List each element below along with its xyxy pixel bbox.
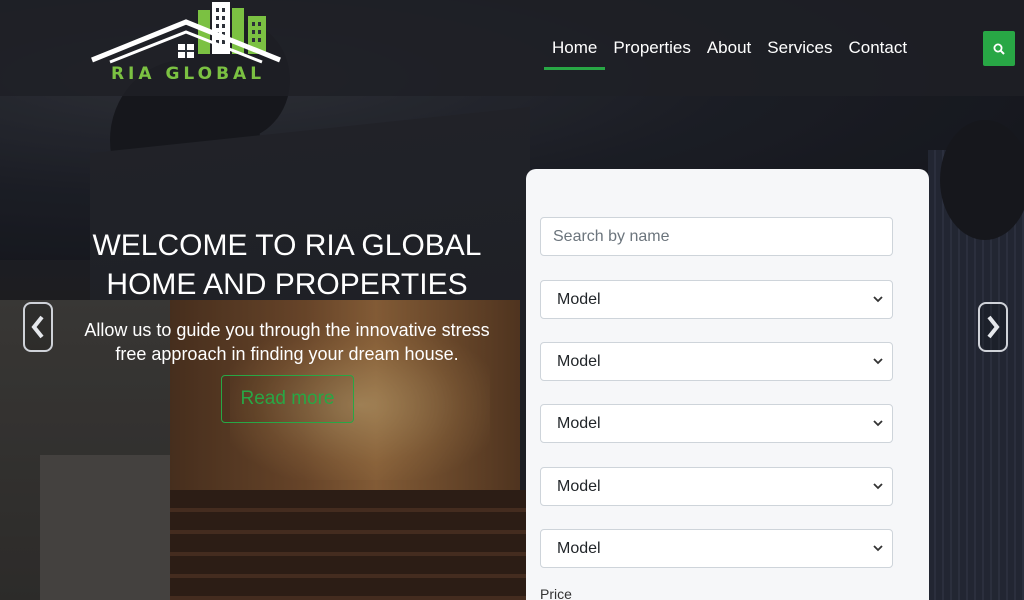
hero-title-line-2: HOME AND PROPERTIES (106, 268, 468, 301)
site-logo[interactable]: RIA GLOBAL (88, 0, 284, 90)
model-select-value: Model (557, 539, 601, 557)
chevron-down-icon (873, 420, 883, 427)
model-select-5[interactable]: Model (540, 529, 893, 568)
nav-item-contact[interactable]: Contact (840, 36, 915, 70)
model-select-value: Model (557, 352, 601, 370)
logo-buildings-icon (91, 2, 281, 64)
chevron-left-icon (31, 315, 44, 339)
hero-title-line-1: WELCOME TO RIA GLOBAL (92, 229, 482, 262)
hero-caption: WELCOME TO RIA GLOBAL HOME AND PROPERTIE… (50, 226, 524, 366)
property-search-panel: Model Model Model Model Model Price (526, 169, 929, 600)
hero-subtitle-line-2: free approach in finding your dream hous… (115, 344, 459, 364)
search-icon (993, 43, 1005, 55)
model-select-value: Model (557, 477, 601, 495)
chevron-down-icon (873, 483, 883, 490)
hero-subtitle: Allow us to guide you through the innova… (50, 318, 524, 366)
hero-title: WELCOME TO RIA GLOBAL HOME AND PROPERTIE… (50, 226, 524, 304)
chevron-down-icon (873, 358, 883, 365)
price-label: Price (540, 586, 572, 600)
nav-item-home[interactable]: Home (544, 36, 606, 70)
logo-text: RIA GLOBAL (110, 64, 266, 84)
header-search-button[interactable] (983, 31, 1015, 66)
chevron-down-icon (873, 296, 883, 303)
model-select-4[interactable]: Model (540, 467, 893, 506)
read-more-button[interactable]: Read more (221, 375, 354, 423)
site-header: RIA GLOBAL Home Properties About Service… (0, 0, 1024, 96)
carousel-prev-button[interactable] (23, 302, 53, 352)
main-nav: Home Properties About Services Contact (544, 36, 915, 70)
model-select-1[interactable]: Model (540, 280, 893, 319)
nav-item-services[interactable]: Services (759, 36, 840, 70)
chevron-right-icon (987, 315, 1000, 339)
chevron-down-icon (873, 545, 883, 552)
nav-item-properties[interactable]: Properties (605, 36, 698, 70)
carousel-next-button[interactable] (978, 302, 1008, 352)
search-by-name-input[interactable] (540, 217, 893, 256)
nav-item-about[interactable]: About (699, 36, 759, 70)
model-select-3[interactable]: Model (540, 404, 893, 443)
model-select-2[interactable]: Model (540, 342, 893, 381)
model-select-value: Model (557, 414, 601, 432)
model-select-value: Model (557, 290, 601, 308)
hero-subtitle-line-1: Allow us to guide you through the innova… (84, 320, 490, 340)
